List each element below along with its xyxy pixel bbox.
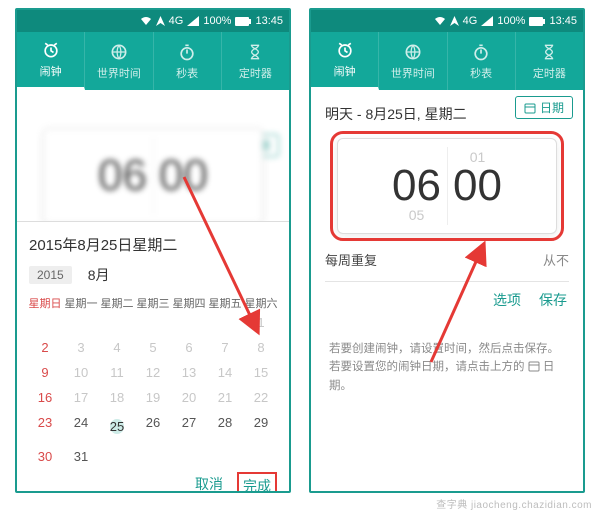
sheet-title: 2015年8月25日星期二: [27, 230, 279, 265]
minute-value[interactable]: 00: [453, 164, 502, 208]
day-of-week-header: 星期日 星期一 星期二 星期三 星期四 星期五 星期六: [27, 291, 279, 315]
location-icon: [156, 16, 165, 26]
options-button[interactable]: 选项: [493, 290, 521, 310]
content-right: 日期 明天 - 8月25日, 星期二 06 05 01 00 每周重复 从不 选…: [311, 90, 583, 491]
calendar-icon: [528, 360, 540, 372]
signal-icon: [481, 16, 493, 26]
tab-stopwatch[interactable]: 秒表: [154, 32, 222, 90]
done-button[interactable]: 完成: [239, 474, 275, 491]
repeat-label: 每周重复: [325, 250, 377, 269]
tab-timer-label: 定时器: [533, 65, 566, 81]
tab-world[interactable]: 世界时间: [379, 32, 447, 90]
date-button[interactable]: 日期: [515, 96, 573, 119]
stopwatch-icon: [471, 42, 491, 62]
network-label: 4G: [463, 15, 478, 27]
phone-left: 4G 100% 13:45 闹钟 世界时间 秒表 定时器 日期: [15, 8, 291, 493]
repeat-row[interactable]: 每周重复 从不: [311, 234, 583, 269]
battery-icon: [529, 17, 545, 26]
calendar-cell[interactable]: 29: [243, 415, 279, 439]
calendar-cell[interactable]: 23: [27, 415, 63, 439]
status-bar: 4G 100% 13:45: [311, 10, 583, 32]
calendar-sheet: 2015年8月25日星期二 2015 8月 星期日 星期一 星期二 星期三 星期…: [17, 221, 289, 491]
tab-stopwatch-label: 秒表: [176, 65, 198, 81]
action-row: 选项 保存: [311, 282, 583, 310]
month-label[interactable]: 8月: [88, 265, 110, 285]
tab-alarm[interactable]: 闹钟: [17, 32, 85, 90]
wifi-icon: [140, 16, 152, 26]
signal-icon: [187, 16, 199, 26]
save-button[interactable]: 保存: [539, 290, 567, 310]
date-button-label: 日期: [540, 99, 564, 116]
tab-stopwatch[interactable]: 秒表: [448, 32, 516, 90]
battery-icon: [235, 17, 251, 26]
year-chip[interactable]: 2015: [29, 266, 72, 284]
alarm-icon: [41, 40, 61, 60]
network-label: 4G: [169, 15, 184, 27]
calendar-cell[interactable]: 31: [63, 449, 99, 464]
tab-world[interactable]: 世界时间: [85, 32, 153, 90]
tab-stopwatch-label: 秒表: [470, 65, 492, 81]
sheet-buttons: 取消 完成: [27, 464, 279, 491]
time-picker-bg: 06 00: [43, 128, 263, 224]
calendar-cell[interactable]: 24: [63, 415, 99, 439]
status-bar: 4G 100% 13:45: [17, 10, 289, 32]
calendar-icon: [524, 102, 536, 114]
hint-text: 若要创建闹钟，请设置时间，然后点击保存。若要设置您的闹钟日期，请点击上方的 日期…: [311, 310, 583, 395]
hourglass-icon: [245, 42, 265, 62]
tab-alarm-label: 闹钟: [40, 63, 62, 79]
tab-timer[interactable]: 定时器: [222, 32, 289, 90]
minute-bg: 00: [159, 154, 208, 198]
repeat-value: 从不: [543, 250, 569, 269]
hour-value[interactable]: 06: [392, 164, 441, 208]
hourglass-icon: [539, 42, 559, 62]
location-icon: [450, 16, 459, 26]
content-left: 日期 06 00 2015年8月25日星期二 2015 8月 星期日 星期一 星…: [17, 90, 289, 491]
alarm-icon: [335, 40, 355, 60]
calendar-cell[interactable]: 30: [27, 449, 63, 464]
tab-world-label: 世界时间: [391, 65, 435, 81]
cancel-button[interactable]: 取消: [195, 474, 223, 491]
calendar-grid[interactable]: 1 2345678 9101112131415 16171819202122 2…: [27, 315, 279, 464]
watermark: 查字典 jiaocheng.chazidian.com: [436, 496, 592, 511]
year-month-row: 2015 8月: [27, 265, 279, 291]
tab-bar: 闹钟 世界时间 秒表 定时器: [17, 32, 289, 90]
tab-alarm[interactable]: 闹钟: [311, 32, 379, 90]
calendar-cell[interactable]: 26: [135, 415, 171, 439]
clock-text: 13:45: [255, 15, 283, 27]
phone-right: 4G 100% 13:45 闹钟 世界时间 秒表 定时器 日期 明天 - 8月2…: [309, 8, 585, 493]
dimmed-background: 日期 06 00: [17, 128, 289, 224]
calendar-cell-selected[interactable]: 25: [99, 415, 135, 439]
tab-timer-label: 定时器: [239, 65, 272, 81]
tab-alarm-label: 闹钟: [334, 63, 356, 79]
battery-text: 100%: [497, 15, 525, 27]
globe-icon: [109, 42, 129, 62]
calendar-cell[interactable]: 28: [207, 415, 243, 439]
tab-world-label: 世界时间: [97, 65, 141, 81]
globe-icon: [403, 42, 423, 62]
tab-timer[interactable]: 定时器: [516, 32, 583, 90]
time-picker[interactable]: 06 05 01 00: [337, 138, 557, 234]
stopwatch-icon: [177, 42, 197, 62]
calendar-cell[interactable]: 27: [171, 415, 207, 439]
clock-text: 13:45: [549, 15, 577, 27]
battery-text: 100%: [203, 15, 231, 27]
hour-ghost-next: 05: [409, 208, 425, 222]
wifi-icon: [434, 16, 446, 26]
hour-bg: 06: [98, 154, 147, 198]
tab-bar: 闹钟 世界时间 秒表 定时器: [311, 32, 583, 90]
